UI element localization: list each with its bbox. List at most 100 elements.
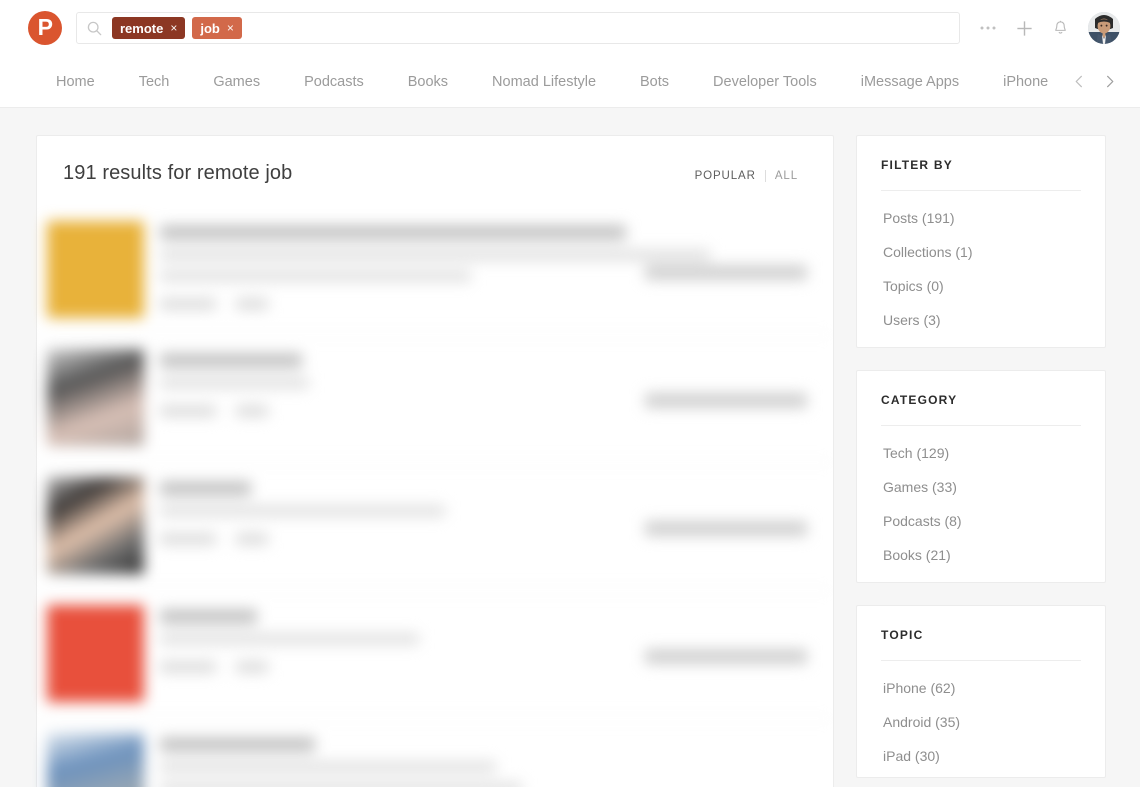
search-tag-job[interactable]: job × [192,17,242,39]
filter-item-users[interactable]: Users (3) [881,303,1081,337]
result-vote-placeholder[interactable] [645,649,807,664]
result-tagline-placeholder [160,633,419,645]
result-vote-placeholder[interactable] [645,265,807,280]
page-content: 191 results for remote job POPULAR ALL F… [0,108,1140,787]
result-tagline-placeholder [160,377,309,389]
filter-by-list: Posts (191) Collections (1) Topics (0) U… [881,201,1081,337]
top-bar: P remote × job × [0,0,1140,56]
remove-tag-remote-icon[interactable]: × [170,22,177,34]
search-icon [87,21,102,36]
search-input[interactable] [249,13,949,43]
category-item-books[interactable]: Books (21) [881,538,1081,572]
results-card: 191 results for remote job POPULAR ALL [36,135,834,787]
result-thumbnail [47,605,144,702]
filter-item-topics[interactable]: Topics (0) [881,269,1081,303]
filter-item-posts[interactable]: Posts (191) [881,201,1081,235]
bell-icon[interactable] [1050,18,1070,38]
category-item-tech[interactable]: Tech (129) [881,436,1081,470]
result-title-placeholder [160,481,251,496]
result-meta-chip [236,405,268,417]
result-tagline-placeholder [160,505,445,517]
result-thumbnail [47,477,144,574]
divider [881,190,1081,191]
nav-item-podcasts[interactable]: Podcasts [282,56,386,107]
results-list [37,207,833,787]
filter-by-title: FILTER BY [881,158,953,172]
results-column: 191 results for remote job POPULAR ALL [36,135,834,787]
result-meta-chip [160,661,216,673]
nav-item-tech[interactable]: Tech [117,56,192,107]
plus-icon[interactable] [1014,18,1034,38]
nav-item-games[interactable]: Games [191,56,282,107]
result-body [160,733,807,787]
result-row[interactable] [37,462,833,590]
result-meta-chip [236,298,268,310]
result-tagline-placeholder [160,761,497,773]
result-vote-placeholder[interactable] [645,521,807,536]
result-title-placeholder [160,225,626,240]
chevron-left-icon[interactable] [1066,69,1092,95]
product-hunt-logo[interactable]: P [28,11,62,45]
more-icon[interactable] [978,18,998,38]
nav-arrows [1058,69,1122,95]
chevron-right-icon[interactable] [1096,69,1122,95]
topic-list: iPhone (62) Android (35) iPad (30) [881,671,1081,773]
result-thumbnail [47,349,144,446]
category-item-podcasts[interactable]: Podcasts (8) [881,504,1081,538]
logo-letter: P [37,13,53,40]
result-row[interactable] [37,334,833,462]
nav-item-developer-tools[interactable]: Developer Tools [691,56,839,107]
topic-item-android[interactable]: Android (35) [881,705,1081,739]
result-tagline-placeholder-2 [160,782,523,787]
search-tag-remote[interactable]: remote × [112,17,186,39]
nav-item-bots[interactable]: Bots [618,56,691,107]
result-title-placeholder [160,737,316,752]
result-row[interactable] [37,207,833,334]
sort-toggle: POPULAR ALL [686,170,807,182]
result-meta-chip [236,661,268,673]
result-meta-chip [160,405,216,417]
nav-item-imessage-apps[interactable]: iMessage Apps [839,56,981,107]
result-tagline-placeholder-2 [160,270,471,282]
search-tag-job-label: job [200,20,220,36]
result-vote-placeholder[interactable] [645,393,807,408]
category-list: Tech (129) Games (33) Podcasts (8) Books… [881,436,1081,572]
result-thumbnail [47,733,144,787]
search-tag-remote-label: remote [120,20,164,36]
result-row[interactable] [37,590,833,718]
nav-item-home[interactable]: Home [56,56,117,107]
results-header: 191 results for remote job POPULAR ALL [37,136,833,207]
nav-item-nomad-lifestyle[interactable]: Nomad Lifestyle [470,56,618,107]
category-item-games[interactable]: Games (33) [881,470,1081,504]
topic-item-iphone[interactable]: iPhone (62) [881,671,1081,705]
result-meta [160,298,807,310]
result-row[interactable] [37,718,833,787]
result-meta-chip [160,298,216,310]
result-thumbnail [47,221,144,318]
filter-by-card: FILTER BY Posts (191) Collections (1) To… [856,135,1106,348]
topic-card: TOPIC iPhone (62) Android (35) iPad (30) [856,605,1106,778]
filter-item-collections[interactable]: Collections (1) [881,235,1081,269]
user-avatar[interactable] [1088,12,1120,44]
category-nav-items: Home Tech Games Podcasts Books Nomad Lif… [0,56,1058,107]
category-card: CATEGORY Tech (129) Games (33) Podcasts … [856,370,1106,583]
result-tagline-placeholder [160,249,710,261]
topic-title: TOPIC [881,628,924,642]
remove-tag-job-icon[interactable]: × [227,22,234,34]
topic-item-ipad[interactable]: iPad (30) [881,739,1081,773]
sort-option-all[interactable]: ALL [766,170,807,182]
search-tag-list: remote × job × [112,17,242,39]
search-bar[interactable]: remote × job × [76,12,960,44]
nav-item-iphone[interactable]: iPhone [981,56,1058,107]
divider [881,425,1081,426]
result-meta-chip [236,533,268,545]
nav-item-books[interactable]: Books [386,56,470,107]
page-title: 191 results for remote job [63,162,293,184]
sort-option-popular[interactable]: POPULAR [686,170,765,182]
category-title: CATEGORY [881,393,958,407]
result-meta-chip [160,533,216,545]
top-bar-actions [978,12,1120,44]
result-title-placeholder [160,609,258,624]
divider [881,660,1081,661]
result-title-placeholder [160,353,303,368]
